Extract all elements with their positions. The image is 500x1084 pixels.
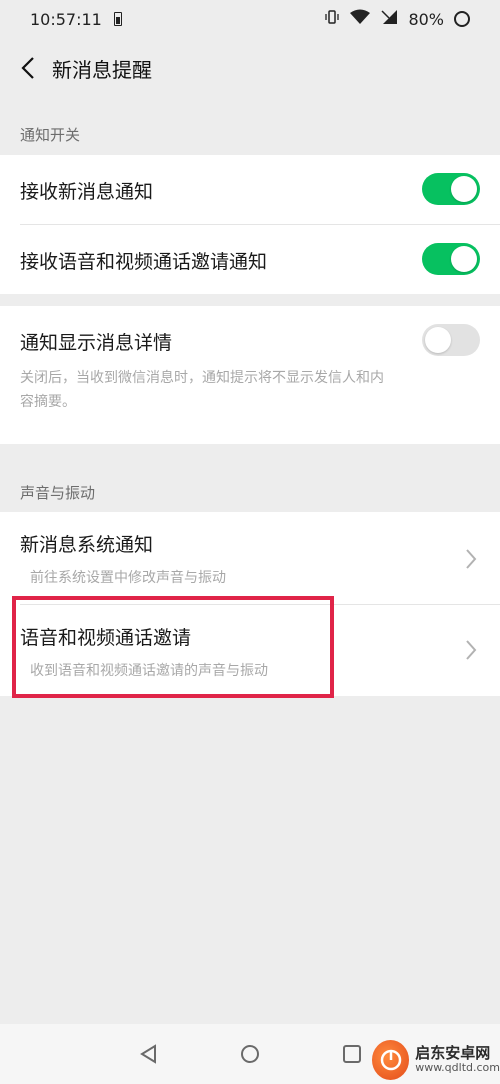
section-header-notification-switch: 通知开关 <box>20 126 81 144</box>
highlight-box <box>12 596 334 698</box>
watermark-logo-icon <box>372 1040 410 1080</box>
row-title: 通知显示消息详情 <box>20 332 173 354</box>
navigation-bar: 新消息提醒 <box>0 38 500 98</box>
row-subtitle-continued: 容摘要。 <box>20 394 76 410</box>
signal-icon <box>380 9 398 29</box>
row-receive-new-message[interactable]: 接收新消息通知 <box>0 155 500 224</box>
status-time: 10:57:11 <box>30 9 102 29</box>
notification-switch-card: 接收新消息通知 接收语音和视频通话邀请通知 <box>0 155 500 294</box>
show-message-detail-toggle[interactable] <box>422 324 480 356</box>
back-icon[interactable] <box>8 48 48 88</box>
page-title: 新消息提醒 <box>52 57 152 82</box>
notification-detail-card: 通知显示消息详情 关闭后，当收到微信消息时，通知提示将不显示发信人和内 容摘要。 <box>0 306 500 444</box>
receive-call-invitation-toggle[interactable] <box>422 243 480 275</box>
chevron-right-icon <box>466 549 477 569</box>
row-subtitle: 关闭后，当收到微信消息时，通知提示将不显示发信人和内 <box>20 370 384 386</box>
square-recent-icon[interactable] <box>340 1042 364 1066</box>
row-subtitle: 前往系统设置中修改声音与振动 <box>30 570 226 586</box>
row-title: 接收新消息通知 <box>20 181 154 203</box>
row-title: 新消息系统通知 <box>20 534 154 556</box>
wifi-icon <box>350 9 371 29</box>
circle-home-icon[interactable] <box>238 1042 262 1066</box>
row-new-message-system-notification[interactable]: 新消息系统通知 前往系统设置中修改声音与振动 <box>0 512 500 604</box>
battery-charging-icon <box>113 12 122 26</box>
battery-ring-icon <box>454 11 470 27</box>
chevron-right-icon <box>466 640 477 660</box>
row-title: 接收语音和视频通话邀请通知 <box>20 251 268 273</box>
row-receive-call-invitation[interactable]: 接收语音和视频通话邀请通知 <box>0 225 500 294</box>
watermark: 启东安卓网 www.qdltd.com <box>372 1036 500 1084</box>
section-header-sound-vibration: 声音与振动 <box>20 484 96 502</box>
receive-new-message-toggle[interactable] <box>422 173 480 205</box>
triangle-back-icon[interactable] <box>137 1042 161 1066</box>
row-show-message-detail[interactable]: 通知显示消息详情 关闭后，当收到微信消息时，通知提示将不显示发信人和内 容摘要。 <box>0 306 500 444</box>
status-bar: 10:57:11 80% <box>0 0 500 38</box>
vibrate-icon <box>324 9 340 29</box>
battery-percent: 80% <box>408 9 444 29</box>
watermark-url: www.qdltd.com <box>415 1061 500 1075</box>
watermark-title: 启东安卓网 <box>415 1044 491 1063</box>
